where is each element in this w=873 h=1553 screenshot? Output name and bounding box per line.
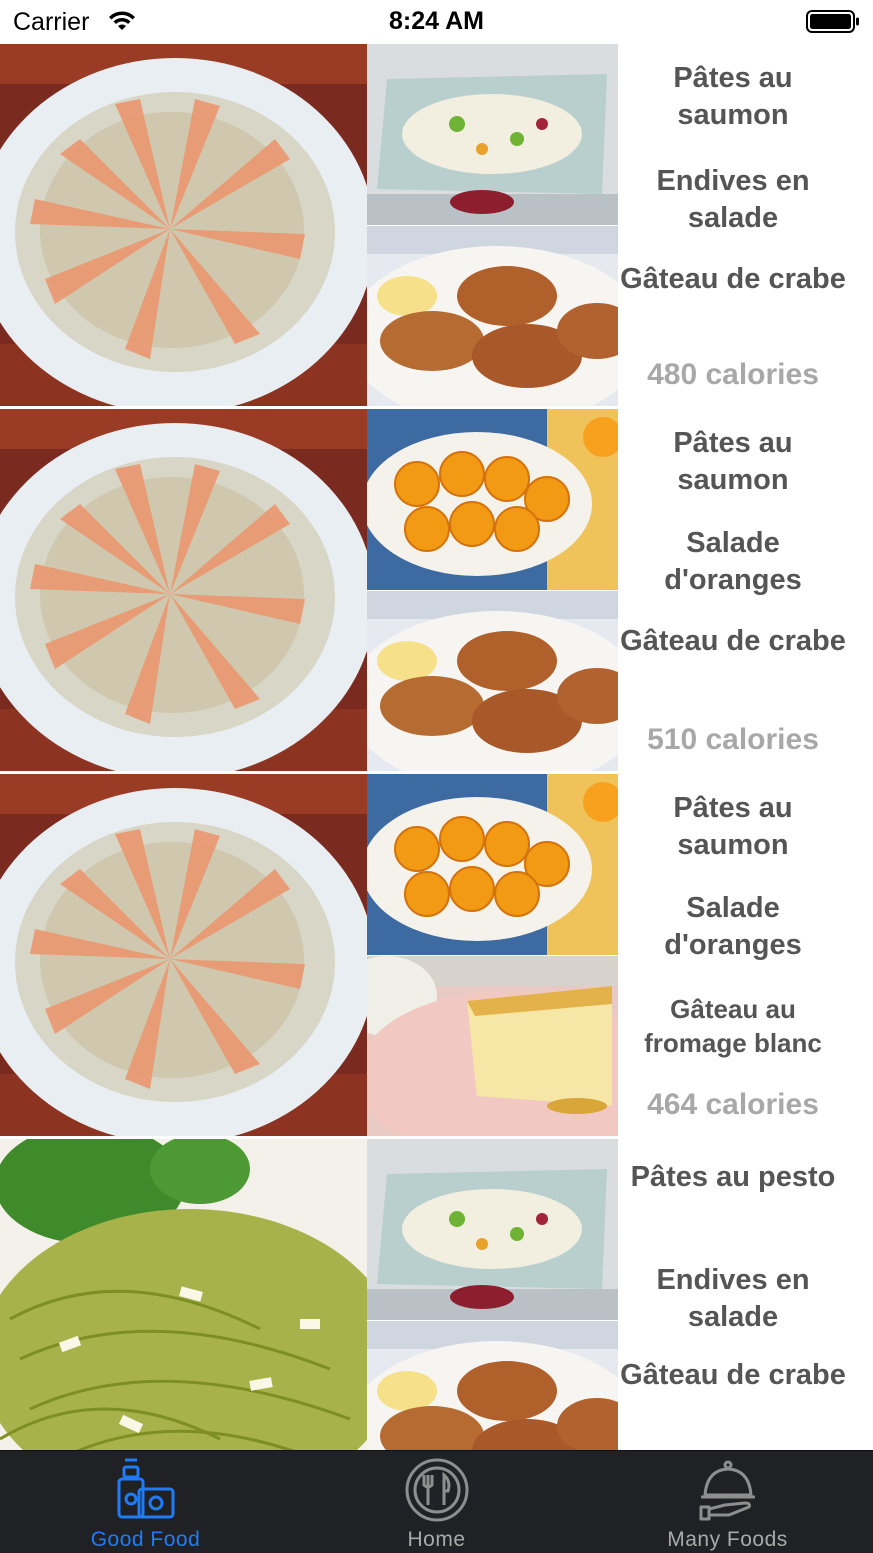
- crab-cakes-image: [367, 591, 618, 771]
- endive-salad-image: [367, 44, 618, 225]
- dish-side-label: Salade d'oranges: [664, 892, 802, 961]
- menu-row[interactable]: Pâtes au saumon Salade d'oranges Gâteau …: [0, 774, 873, 1139]
- endive-salad-image: [367, 1139, 618, 1320]
- menu-text: Pâtes au pesto Endives en salade Gâteau …: [618, 1139, 873, 1450]
- calories-label: 480 calories: [647, 358, 819, 391]
- orange-salad-image: [367, 409, 618, 590]
- dish-main-label: Pâtes au saumon: [673, 62, 793, 131]
- dish-dessert-label: Gâteau au fromage blanc: [644, 994, 822, 1058]
- tab-label: Good Food: [90, 1528, 201, 1551]
- dish-dessert-label: Gâteau de crabe: [620, 1359, 846, 1391]
- tab-label: Home: [407, 1528, 466, 1551]
- salmon-pasta-image: [0, 774, 367, 1136]
- menu-row[interactable]: Pâtes au pesto Endives en salade Gâteau …: [0, 1139, 873, 1450]
- menu-row[interactable]: Pâtes au saumon Salade d'oranges Gâteau …: [0, 409, 873, 774]
- battery-icon: [806, 10, 860, 33]
- calories-label: 464 calories: [647, 1088, 819, 1121]
- crab-cakes-image: [367, 1321, 618, 1450]
- menu-text: Pâtes au saumon Endives en salade Gâteau…: [618, 44, 873, 409]
- crab-cakes-image: [367, 226, 618, 406]
- menu-text: Pâtes au saumon Salade d'oranges Gâteau …: [618, 774, 873, 1139]
- cloche-icon: [695, 1457, 761, 1528]
- dish-main-label: Pâtes au pesto: [630, 1161, 836, 1193]
- menu-list[interactable]: Pâtes au saumon Endives en salade Gâteau…: [0, 44, 873, 1450]
- status-time: 8:24 AM: [389, 7, 484, 35]
- tab-bar: Good Food Home Many Foods: [0, 1450, 873, 1553]
- dish-main-label: Pâtes au saumon: [673, 792, 793, 861]
- salmon-pasta-image: [0, 44, 367, 406]
- menu-text: Pâtes au saumon Salade d'oranges Gâteau …: [618, 409, 873, 774]
- dish-dessert-label: Gâteau de crabe: [620, 625, 846, 657]
- plate-cutlery-icon: [404, 1457, 470, 1528]
- salmon-pasta-image: [0, 409, 367, 771]
- tab-many-foods[interactable]: Many Foods: [582, 1451, 873, 1553]
- dish-side-label: Endives en salade: [656, 165, 810, 234]
- tab-home[interactable]: Home: [291, 1451, 582, 1553]
- dish-main-label: Pâtes au saumon: [673, 427, 793, 496]
- tab-good-food[interactable]: Good Food: [0, 1451, 291, 1553]
- grocery-icon: [113, 1457, 179, 1528]
- dish-dessert-label: Gâteau de crabe: [620, 263, 846, 295]
- dish-side-label: Salade d'oranges: [664, 527, 802, 596]
- cheesecake-image: [367, 956, 618, 1136]
- tab-label: Many Foods: [667, 1528, 788, 1551]
- calories-label: 510 calories: [647, 723, 819, 756]
- orange-salad-image: [367, 774, 618, 955]
- pesto-pasta-image: [0, 1139, 367, 1450]
- status-bar: Carrier 8:24 AM: [0, 0, 873, 44]
- dish-side-label: Endives en salade: [656, 1264, 810, 1333]
- menu-row[interactable]: Pâtes au saumon Endives en salade Gâteau…: [0, 44, 873, 409]
